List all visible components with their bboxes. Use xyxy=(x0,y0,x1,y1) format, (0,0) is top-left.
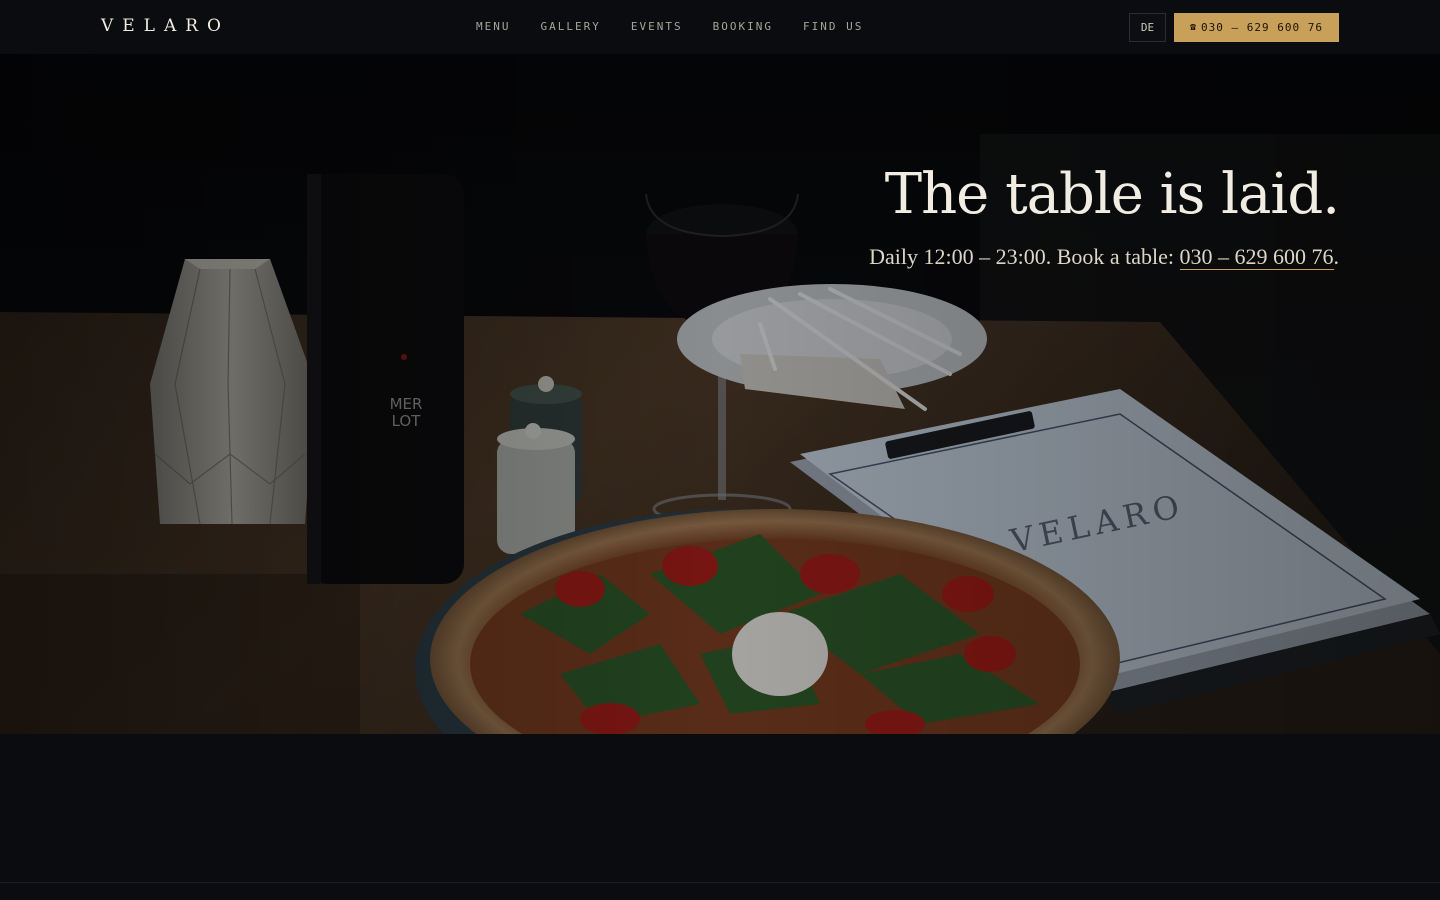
call-button-label: 030 – 629 600 76 xyxy=(1201,21,1323,34)
language-switch-button[interactable]: DE xyxy=(1129,13,1166,42)
nav-menu[interactable]: MENU xyxy=(476,20,511,33)
hero-image: MER LOT VELARO xyxy=(0,54,1440,734)
main-nav: MENU GALLERY EVENTS BOOKING FIND US xyxy=(476,20,863,33)
hero-subtitle: Daily 12:00 – 23:00. Book a table: 030 –… xyxy=(869,243,1340,270)
hero-text: The table is laid. Daily 12:00 – 23:00. … xyxy=(869,162,1340,270)
hero-phone-link[interactable]: 030 – 629 600 76 xyxy=(1179,243,1334,270)
hero-section: MER LOT VELARO xyxy=(0,54,1440,734)
footer-divider xyxy=(0,882,1440,883)
hero-subtitle-end: . xyxy=(1333,243,1340,269)
call-button[interactable]: ☎ 030 – 629 600 76 xyxy=(1174,13,1339,42)
site-header: VELARO MENU GALLERY EVENTS BOOKING FIND … xyxy=(0,0,1440,54)
nav-find-us[interactable]: FIND US xyxy=(803,20,863,33)
hero-title: The table is laid. xyxy=(884,162,1340,227)
nav-booking[interactable]: BOOKING xyxy=(713,20,773,33)
nav-gallery[interactable]: GALLERY xyxy=(541,20,601,33)
hero-hours: Daily 12:00 – 23:00. Book a table: xyxy=(869,243,1174,269)
nav-events[interactable]: EVENTS xyxy=(631,20,683,33)
brand-logo[interactable]: VELARO xyxy=(101,16,230,36)
phone-icon: ☎ xyxy=(1190,22,1198,33)
